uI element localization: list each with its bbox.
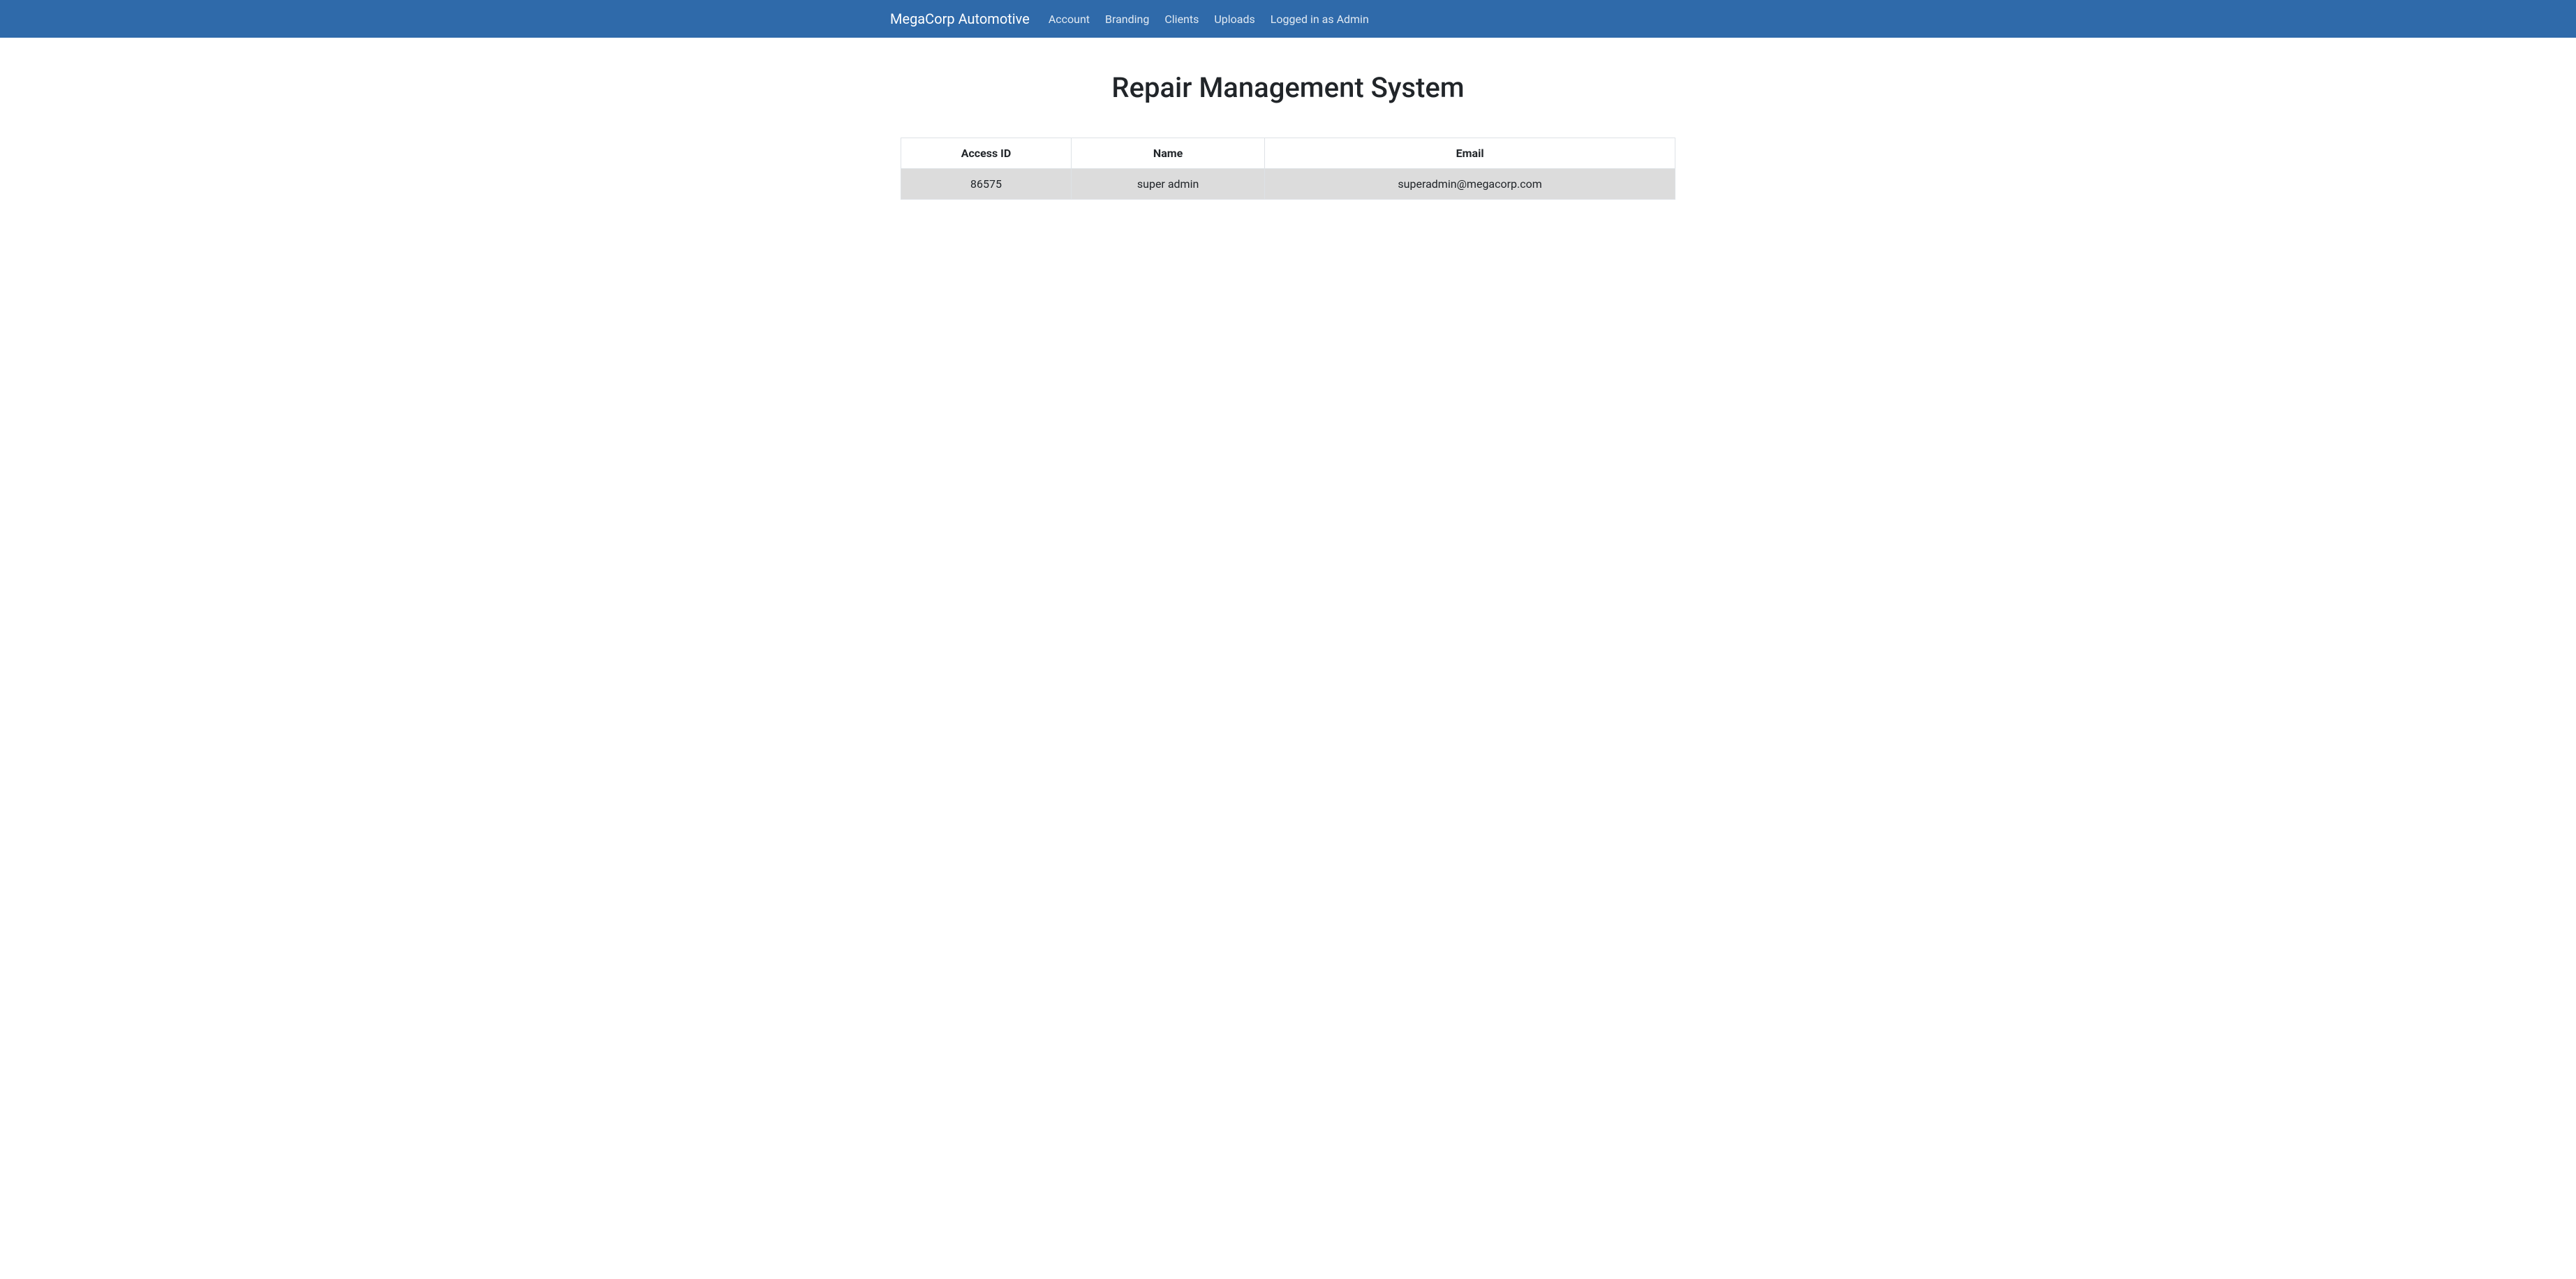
page-title: Repair Management System	[0, 71, 2576, 104]
nav-link-uploads[interactable]: Uploads	[1206, 7, 1262, 31]
table-cell-email: superadmin@megacorp.com	[1265, 169, 1675, 200]
nav-link-branding[interactable]: Branding	[1097, 7, 1157, 31]
table-header-access-id: Access ID	[901, 138, 1072, 169]
table-cell-name: super admin	[1071, 169, 1264, 200]
table-container: Access ID Name Email 86575 super admin s…	[890, 138, 1686, 200]
navbar: MegaCorp Automotive Account Branding Cli…	[0, 0, 2576, 38]
nav-link-clients[interactable]: Clients	[1157, 7, 1206, 31]
table-header-row: Access ID Name Email	[901, 138, 1675, 169]
table-cell-access-id: 86575	[901, 169, 1072, 200]
table-header-email: Email	[1265, 138, 1675, 169]
table-row: 86575 super admin superadmin@megacorp.co…	[901, 169, 1675, 200]
navbar-brand[interactable]: MegaCorp Automotive	[890, 10, 1030, 27]
navbar-nav: Account Branding Clients Uploads Logged …	[1041, 13, 1377, 26]
nav-link-account[interactable]: Account	[1041, 7, 1097, 31]
users-table: Access ID Name Email 86575 super admin s…	[901, 138, 1675, 200]
navbar-inner: MegaCorp Automotive Account Branding Cli…	[890, 10, 1686, 27]
table-header-name: Name	[1071, 138, 1264, 169]
nav-link-logged-in[interactable]: Logged in as Admin	[1263, 7, 1377, 31]
